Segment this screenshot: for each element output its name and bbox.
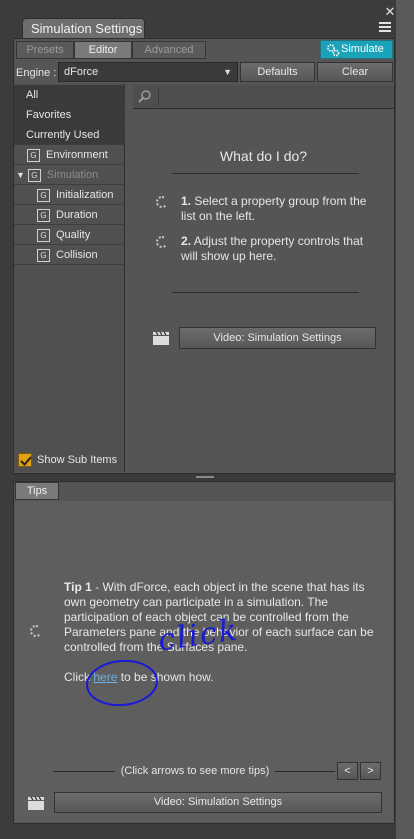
- group-icon: G: [37, 228, 50, 242]
- help-heading: What do I do?: [219, 148, 308, 164]
- help-step-1: 1. Select a property group from the list…: [181, 194, 367, 223]
- help-steps-divider: [172, 292, 359, 293]
- close-icon[interactable]: ✕: [384, 5, 396, 18]
- tips-nav-hint: (Click arrows to see more tips): [120, 765, 270, 777]
- tree-item-duration[interactable]: G Duration: [14, 205, 125, 225]
- tree-item-currently-used[interactable]: Currently Used: [14, 125, 125, 145]
- show-sub-items-checkbox[interactable]: [18, 453, 32, 467]
- splitter-grip: [196, 476, 214, 478]
- tab-editor[interactable]: Editor: [74, 41, 132, 59]
- tree-item-environment[interactable]: G Environment: [14, 145, 125, 165]
- right-edge-background: [396, 0, 414, 839]
- group-icon: G: [37, 208, 50, 222]
- tree-item-simulation[interactable]: ▼ G Simulation: [14, 165, 125, 185]
- pane-splitter[interactable]: [13, 474, 395, 480]
- clapper-icon: [152, 331, 170, 346]
- property-search-bar: [133, 85, 394, 109]
- prev-tip-button[interactable]: <: [337, 762, 358, 780]
- tips-nav-line-left: [53, 771, 115, 772]
- tree-item-collision[interactable]: G Collision: [14, 245, 125, 265]
- tab-presets[interactable]: Presets: [16, 41, 74, 59]
- gears-icon: [326, 43, 340, 57]
- tab-advanced[interactable]: Advanced: [132, 41, 206, 59]
- show-sub-items-label: Show Sub Items: [37, 454, 118, 466]
- menu-icon[interactable]: [378, 20, 392, 34]
- tree-item-initialization[interactable]: G Initialization: [14, 185, 125, 205]
- window-title: Simulation Settings: [31, 21, 143, 36]
- simulate-button[interactable]: Simulate: [320, 40, 393, 59]
- group-icon: G: [37, 248, 50, 262]
- spinner-icon: [156, 236, 168, 248]
- engine-select[interactable]: dForce ▼: [58, 62, 238, 82]
- help-step-2: 2. Adjust the property controls that wil…: [181, 234, 364, 263]
- engine-label: Engine :: [16, 67, 57, 79]
- help-heading-divider: [172, 173, 359, 174]
- video-simulation-settings-button[interactable]: Video: Simulation Settings: [179, 327, 376, 349]
- window-title-tab[interactable]: Simulation Settings: [22, 18, 145, 38]
- defaults-button[interactable]: Defaults: [240, 62, 315, 82]
- tips-video-simulation-settings-button[interactable]: Video: Simulation Settings: [54, 792, 382, 813]
- tab-tips[interactable]: Tips: [15, 482, 59, 500]
- group-icon: G: [27, 168, 41, 182]
- tip-title: Tip 1: [64, 580, 92, 594]
- expand-arrow-icon[interactable]: ▼: [16, 170, 25, 180]
- engine-select-value: dForce: [64, 66, 99, 78]
- spinner-icon: [30, 625, 42, 637]
- tree-item-favorites[interactable]: Favorites: [14, 105, 125, 125]
- tree-item-all[interactable]: All: [14, 85, 125, 105]
- property-help-area: [133, 110, 394, 472]
- group-icon: G: [27, 148, 40, 162]
- spinner-icon: [156, 196, 168, 208]
- clapper-icon: [27, 796, 45, 811]
- dropdown-arrow-icon: ▼: [223, 67, 232, 77]
- group-icon: G: [37, 188, 50, 202]
- tips-nav-line-right: [275, 771, 335, 772]
- tree-item-quality[interactable]: G Quality: [14, 225, 125, 245]
- search-icon[interactable]: [137, 89, 159, 105]
- clear-button[interactable]: Clear: [317, 62, 393, 82]
- next-tip-button[interactable]: >: [360, 762, 381, 780]
